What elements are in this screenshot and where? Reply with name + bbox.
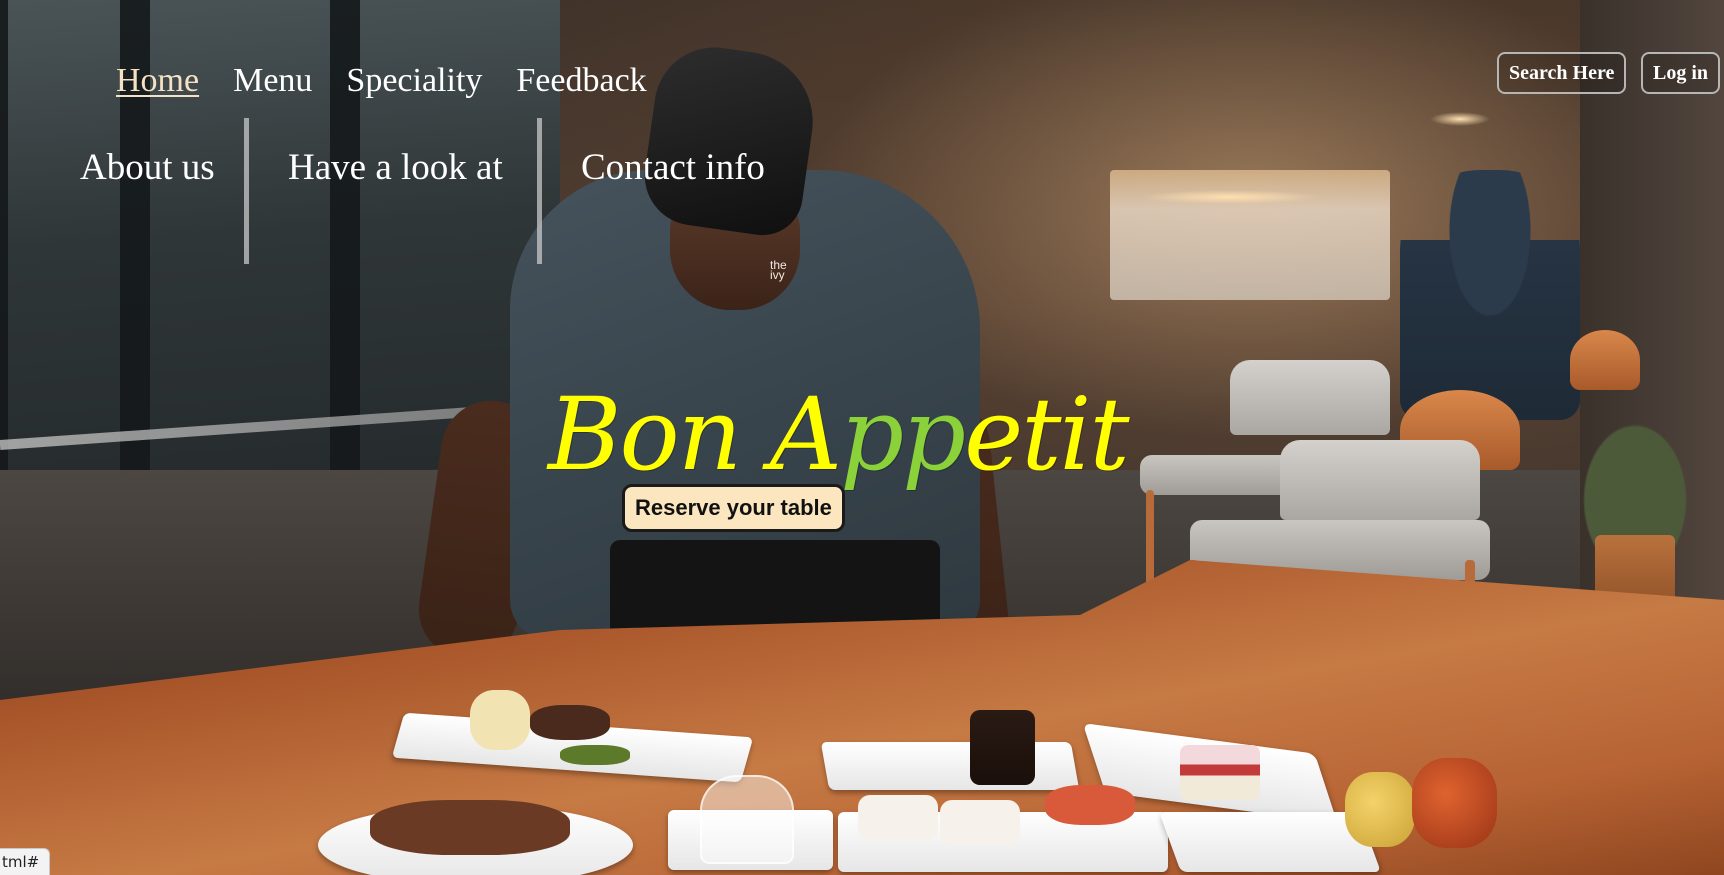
background-plant <box>1580 420 1690 620</box>
nav-divider <box>244 118 249 264</box>
nav-link-speciality[interactable]: Speciality <box>346 62 482 100</box>
nav-link-about-us[interactable]: About us <box>80 146 215 189</box>
hero-title-part: Bon A <box>548 376 842 493</box>
background-chair <box>1570 330 1640 390</box>
food-pepper <box>1412 758 1497 848</box>
food-meat <box>530 705 610 740</box>
food-meat <box>370 800 570 855</box>
hero-title-part: etit <box>964 376 1130 493</box>
food-plate <box>820 742 1080 790</box>
search-button[interactable]: Search Here <box>1497 52 1627 94</box>
hero-title: Bon Appetit <box>548 385 1130 485</box>
nav-divider <box>537 118 542 264</box>
background-diner <box>1400 170 1580 420</box>
background-lamp <box>1430 112 1490 126</box>
reserve-table-button[interactable]: Reserve your table <box>622 484 845 532</box>
nav-link-feedback[interactable]: Feedback <box>516 62 646 100</box>
background-lamp <box>1140 190 1320 204</box>
food-lemon <box>1345 772 1415 847</box>
restaurant-homepage: the ivy Home Menu Speciality Feedback Ab… <box>0 0 1724 875</box>
food-bowl <box>940 800 1020 845</box>
primary-nav: Home Menu Speciality Feedback <box>116 62 681 100</box>
food-salmon <box>1045 785 1135 825</box>
food-greens <box>560 745 630 765</box>
status-bar-url: tml# <box>0 848 51 875</box>
food-glass <box>700 775 794 864</box>
food-cheesecake <box>1180 745 1260 800</box>
food-mash <box>470 690 530 750</box>
hero-title-accent: pp <box>840 376 966 493</box>
food-bowl <box>858 795 938 840</box>
nav-link-home[interactable]: Home <box>116 62 199 100</box>
chef-logo: the ivy <box>770 258 787 282</box>
login-button[interactable]: Log in <box>1641 52 1721 94</box>
food-cake <box>970 710 1035 785</box>
nav-link-have-a-look-at[interactable]: Have a look at <box>288 146 503 189</box>
nav-link-contact-info[interactable]: Contact info <box>581 146 765 189</box>
nav-link-menu[interactable]: Menu <box>233 62 312 100</box>
